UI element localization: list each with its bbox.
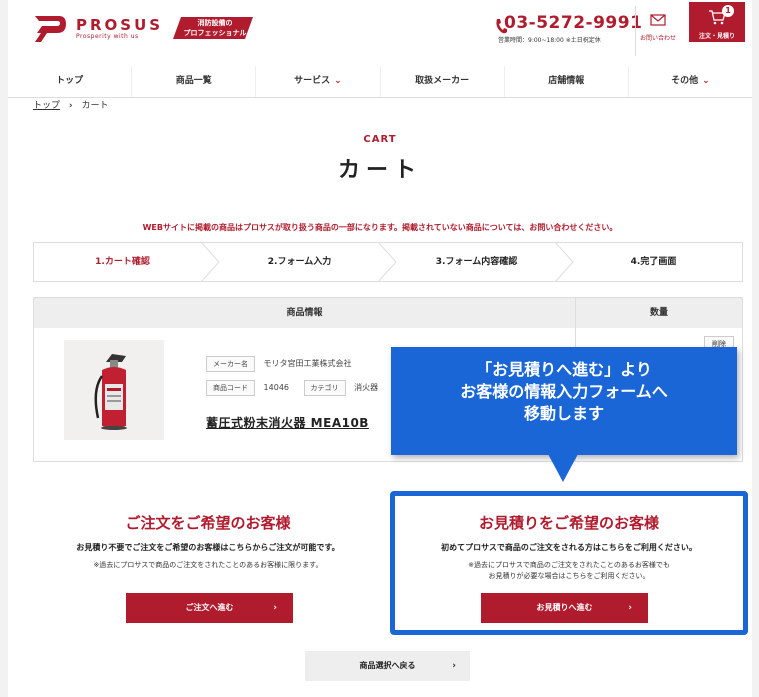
cart-button[interactable]: 1 注文・見積り (689, 2, 745, 42)
nav-item-store[interactable]: 店舗情報 (505, 66, 629, 97)
nav-label: サービス (294, 76, 331, 86)
nav-item-services[interactable]: サービス ⌄ (256, 66, 381, 97)
nav-item-makers[interactable]: 取扱メーカー (381, 66, 505, 97)
badge-line-2: プロフェッショナル (183, 29, 247, 37)
spec-code: 商品コード 14046 カテゴリ 消火器 (206, 380, 378, 396)
nav-item-other[interactable]: その他 ⌄ (629, 66, 752, 97)
proceed-to-order-button[interactable]: ご注文へ進む › (126, 593, 293, 623)
step-arrow-icon (555, 242, 574, 282)
nav-item-products[interactable]: 商品一覧 (132, 66, 257, 97)
estimate-highlight-frame (390, 491, 748, 635)
mail-icon (650, 14, 666, 26)
nav-label: トップ (56, 76, 84, 86)
nav-label: 商品一覧 (175, 76, 212, 86)
contact-label: お問い合わせ (639, 35, 676, 42)
nav-label: 店舗情報 (548, 76, 585, 86)
site-header: PROSUS Prosperity with us 消防設備の プロフェッショナ… (8, 0, 752, 60)
callout-pointer-icon (548, 454, 578, 482)
breadcrumb: トップ › カート (33, 98, 109, 110)
breadcrumb-home-link[interactable]: トップ (33, 101, 60, 110)
spec-maker: メーカー名 モリタ宮田工業株式会社 (206, 356, 352, 372)
order-section-note: ※過去にプロサスで商品のご注文をされたことのあるお客様に限ります。 (93, 561, 323, 569)
category-value: 消火器 (354, 383, 379, 392)
main-nav: トップ 商品一覧 サービス ⌄ 取扱メーカー 店舗情報 その他 ⌄ (8, 66, 752, 98)
callout-line-2: お客様の情報入力フォームへ (460, 382, 668, 401)
product-name-link[interactable]: 蓄圧式粉末消火器 MEA10B (206, 414, 369, 431)
logo-text[interactable]: PROSUS (76, 16, 163, 34)
maker-value: モリタ宮田工業株式会社 (263, 359, 352, 368)
spec-label: カテゴリ (303, 380, 346, 396)
chevron-down-icon: ⌄ (702, 76, 710, 86)
step-label: 3.フォーム内容確認 (435, 257, 518, 267)
breadcrumb-separator: › (68, 101, 73, 110)
contact-button[interactable]: お問い合わせ (635, 6, 680, 56)
back-to-products-button[interactable]: 商品選択へ戻る › (305, 651, 470, 681)
step-form: 2.フォーム入力 (211, 242, 397, 282)
step-complete: 4.完了画面 (565, 243, 742, 281)
nav-label: 取扱メーカー (415, 76, 470, 86)
chevron-right-icon: › (452, 661, 456, 671)
button-label: 商品選択へ戻る (359, 661, 416, 670)
nav-label: その他 (671, 76, 699, 86)
cart-label: 注文・見積り (698, 33, 735, 40)
spec-label: 商品コード (206, 380, 255, 396)
fire-extinguisher-icon (64, 340, 164, 440)
chevron-right-icon: › (273, 603, 277, 613)
catalog-notice: WEBサイトに掲載の商品はプロサスが取り扱う商品の一部になります。掲載されていな… (142, 223, 618, 232)
callout-line-3: 移動します (523, 404, 604, 423)
phone-number[interactable]: 03-5272-9991 (504, 13, 642, 33)
order-section-title: ご注文をご希望のお客様 (125, 514, 291, 532)
breadcrumb-current: カート (81, 101, 109, 110)
spec-label: メーカー名 (206, 356, 255, 372)
badge-line-1: 消防設備の (197, 19, 233, 27)
step-cart: 1.カート確認 (34, 242, 220, 282)
chevron-down-icon: ⌄ (334, 76, 342, 86)
page-title: カート (337, 158, 422, 183)
page: PROSUS Prosperity with us 消防設備の プロフェッショナ… (8, 0, 752, 697)
step-arrow-icon (378, 242, 397, 282)
instruction-callout: 「お見積りへ進む」より お客様の情報入力フォームへ 移動します (391, 347, 737, 455)
table-header: 商品情報 数量 (34, 298, 742, 328)
column-header-product: 商品情報 (286, 308, 323, 318)
business-hours: 営業時間：9:00~18:00 ※土日祝定休 (498, 37, 601, 44)
logo-badge: 消防設備の プロフェッショナル (180, 18, 250, 38)
prosus-logo-icon[interactable] (33, 12, 67, 46)
logo-tagline: Prosperity with us (76, 33, 139, 40)
code-value: 14046 (263, 383, 289, 392)
checkout-steps: 1.カート確認 2.フォーム入力 3.フォーム内容確認 4.完了画面 (33, 242, 743, 282)
page-title-en: CART (363, 134, 397, 145)
step-arrow-icon (201, 242, 220, 282)
button-label: ご注文へ進む (185, 603, 234, 612)
column-header-quantity: 数量 (649, 308, 668, 318)
step-label: 4.完了画面 (630, 257, 677, 267)
product-image[interactable] (64, 340, 164, 440)
step-confirm: 3.フォーム内容確認 (388, 242, 574, 282)
order-section-desc: お見積り不要でご注文をご希望のお客様はこちらからご注文が可能です。 (76, 543, 340, 552)
nav-item-top[interactable]: トップ (8, 66, 133, 97)
step-label: 2.フォーム入力 (267, 257, 332, 267)
step-label: 1.カート確認 (95, 257, 150, 267)
cart-count-badge: 1 (722, 5, 734, 17)
callout-line-1: 「お見積りへ進む」より (476, 360, 652, 379)
